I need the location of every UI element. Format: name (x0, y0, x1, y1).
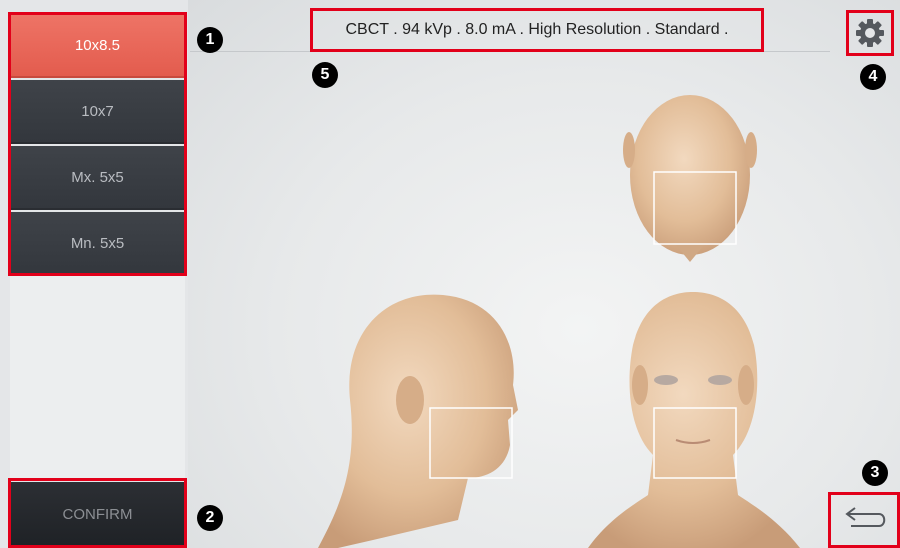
gear-icon (856, 19, 884, 47)
head-side-view (318, 294, 518, 548)
head-illustrations (318, 95, 800, 548)
callout-badge-5: 5 (312, 62, 338, 88)
sidebar-empty-area (10, 276, 185, 481)
back-button[interactable] (828, 492, 900, 548)
callout-badge-4: 4 (860, 64, 886, 90)
settings-button[interactable] (846, 10, 894, 56)
confirm-highlight-box (8, 478, 187, 548)
main-area (188, 0, 900, 548)
exposure-info-text: CBCT . 94 kVp . 8.0 mA . High Resolution… (345, 21, 729, 38)
head-front-view (588, 292, 800, 548)
head-top-view (623, 95, 757, 262)
callout-badge-2: 2 (197, 505, 223, 531)
callout-badge-3: 3 (862, 460, 888, 486)
exposure-info-bar: CBCT . 94 kVp . 8.0 mA . High Resolution… (310, 8, 764, 52)
callout-badge-1: 1 (197, 27, 223, 53)
back-arrow-icon (845, 507, 886, 527)
fov-sidebar: 10x8.5 10x7 Mx. 5x5 Mn. 5x5 CONFIRM (0, 0, 188, 548)
fov-highlight-box (8, 12, 187, 276)
